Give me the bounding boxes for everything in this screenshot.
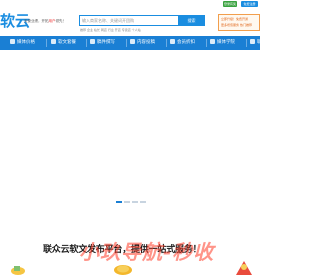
top-strip: 登录有奖 免费注册 (0, 0, 260, 9)
nav-divider (246, 39, 247, 47)
package-icon (51, 39, 56, 44)
hero-banner[interactable] (0, 50, 260, 217)
academy-icon (210, 39, 215, 44)
nav-label: 会员折扣 (177, 40, 195, 45)
nav-label: 媒体学院 (217, 40, 235, 45)
carousel-dot[interactable] (132, 201, 138, 203)
nav-item-vip-discount[interactable]: 会员折扣 (170, 36, 195, 50)
submit-icon (130, 39, 135, 44)
nav-label: 联 (257, 40, 262, 45)
hot-words[interactable]: 推荐 企业 站长 网店 行业 开店 专卖店 个人站 (80, 28, 141, 32)
carousel-dot[interactable] (116, 201, 122, 203)
nav-label: 内容投稿 (137, 40, 155, 45)
coin-illustration (114, 265, 132, 275)
slogan: 天使业绩，开拓用户领先！ (24, 19, 66, 24)
nav-item-content-submit[interactable]: 内容投稿 (130, 36, 155, 50)
search-placeholder: 输入商家名称、关键词开团购 (82, 18, 134, 23)
contact-icon (250, 39, 255, 44)
carousel-dot[interactable] (124, 201, 130, 203)
nav-label: 媒体价格 (17, 40, 35, 45)
slogan-highlight: 用户 (48, 19, 56, 23)
watermark: 小玖导航-秒收 (79, 240, 215, 264)
nav-label: 稿件撰写 (97, 40, 115, 45)
slogan-prefix: 天使业绩，开拓 (24, 19, 49, 23)
slogan-suffix: 领先！ (55, 19, 67, 23)
promo-box[interactable]: 立即升级！免费开通 更多增值服务 热门推荐 (218, 14, 260, 31)
promo-line1: 立即升级！免费开通 (221, 17, 249, 21)
illustration-left (11, 266, 25, 275)
write-icon (90, 39, 95, 44)
media-icon (10, 39, 15, 44)
nav-item-article-package[interactable]: 软文套餐 (51, 36, 76, 50)
nav-divider (126, 39, 127, 47)
illustration-right (236, 261, 252, 275)
login-reward-button[interactable]: 登录有奖 (223, 1, 237, 7)
nav-divider (166, 39, 167, 47)
vip-icon (170, 39, 175, 44)
nav-divider (206, 39, 207, 47)
nav-item-media-price[interactable]: 媒体价格 (10, 36, 35, 50)
search-button[interactable]: 搜索 (178, 15, 205, 26)
nav-item-media-academy[interactable]: 媒体学院 (210, 36, 235, 50)
promo-line2: 更多增值服务 热门推荐 (221, 23, 252, 27)
nav-divider (86, 39, 87, 47)
carousel-dot[interactable] (140, 201, 146, 203)
nav-item-article-writing[interactable]: 稿件撰写 (90, 36, 115, 50)
nav-item-contact[interactable]: 联 (250, 36, 262, 50)
main-nav: 媒体价格 软文套餐 稿件撰写 内容投稿 会员折扣 媒体学院 联 (0, 36, 262, 50)
nav-label: 软文套餐 (58, 40, 76, 45)
nav-divider (46, 39, 47, 47)
free-register-button[interactable]: 免费注册 (241, 1, 258, 7)
